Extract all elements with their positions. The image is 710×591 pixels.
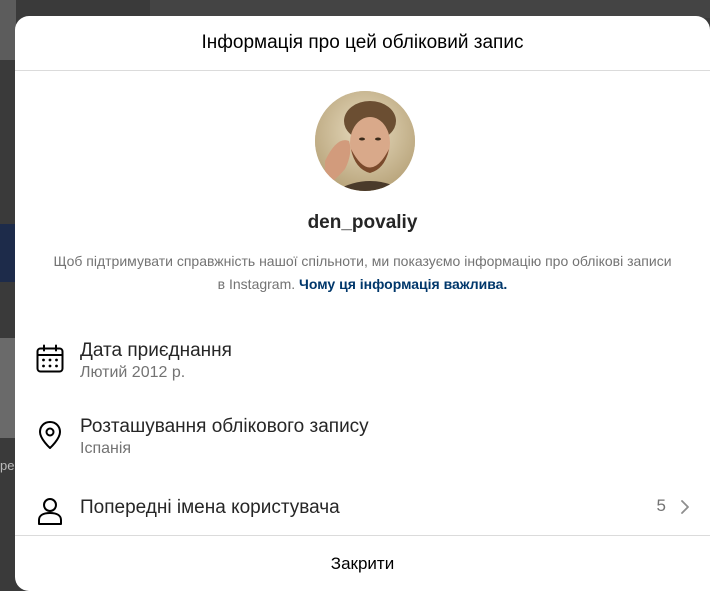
background-panel: [0, 224, 16, 282]
row-title: Попередні імена користувача: [80, 497, 340, 518]
username: den_povaliy: [307, 212, 418, 233]
location-pin-icon: [39, 421, 61, 449]
info-description: Щоб підтримувати справжність нашої спіль…: [50, 250, 675, 296]
row-value: Іспанія: [80, 440, 132, 457]
row-value: Лютий 2012 р.: [80, 364, 186, 381]
calendar-icon: [36, 344, 64, 373]
account-info-modal: Інформація про цей обліковий запис den_p…: [15, 16, 710, 591]
modal-header: Інформація про цей обліковий запис: [15, 16, 710, 71]
background-photo: [0, 338, 16, 438]
date-joined-row: Дата приєднання Лютий 2012 р.: [15, 336, 710, 396]
avatar: [315, 91, 415, 191]
modal-footer: Закрити: [15, 535, 710, 591]
background-image: [0, 0, 16, 60]
why-info-link[interactable]: Чому ця інформація важлива.: [299, 276, 507, 292]
background-text: ре: [0, 458, 15, 473]
close-button[interactable]: Закрити: [319, 548, 406, 580]
account-location-row: Розташування облікового запису Іспанія: [15, 412, 710, 472]
modal-title: Інформація про цей обліковий запис: [201, 32, 524, 53]
chevron-right-icon: [681, 500, 689, 514]
row-title: Розташування облікового запису: [80, 416, 369, 437]
row-title: Дата приєднання: [80, 340, 232, 361]
username-count: 5: [656, 496, 666, 515]
avatar-photo: [315, 91, 415, 191]
user-icon: [38, 498, 62, 525]
